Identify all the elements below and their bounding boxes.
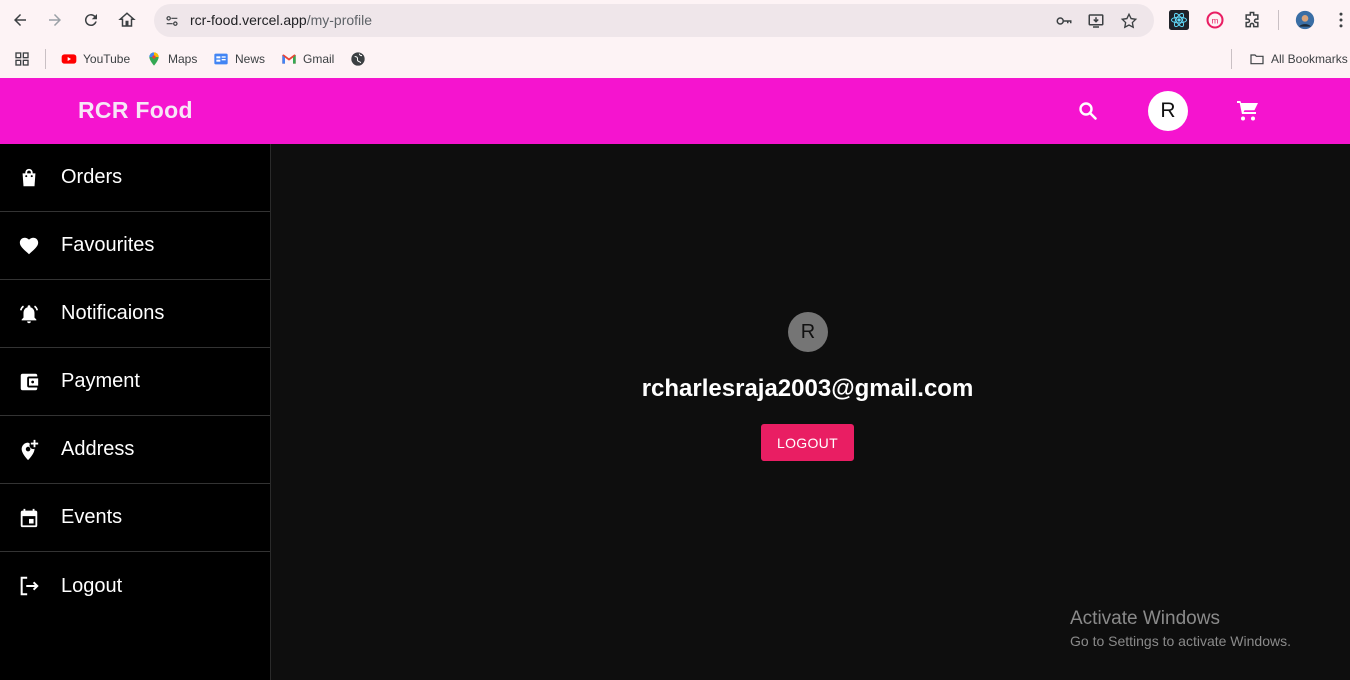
bookmark-news[interactable]: News: [213, 49, 265, 69]
shopping-bag-icon: [18, 167, 40, 189]
bookmark-star-icon[interactable]: [1119, 11, 1139, 31]
browser-toolbar: rcr-food.vercel.app/my-profile m: [0, 0, 1350, 40]
calendar-event-icon: [18, 507, 40, 529]
url-text[interactable]: rcr-food.vercel.app/my-profile: [190, 12, 372, 28]
globe-icon: [351, 52, 365, 66]
logout-button[interactable]: LOGOUT: [761, 424, 854, 461]
activate-windows-watermark: Activate Windows Go to Settings to activ…: [1070, 608, 1291, 649]
watermark-subtitle: Go to Settings to activate Windows.: [1070, 633, 1291, 649]
address-bar[interactable]: rcr-food.vercel.app/my-profile: [154, 4, 1154, 37]
svg-text:m: m: [1212, 15, 1219, 25]
notification-bell-icon: [18, 303, 40, 325]
bookmark-gmail[interactable]: Gmail: [281, 49, 334, 69]
brand-title[interactable]: RCR Food: [78, 97, 193, 124]
bookmark-maps[interactable]: Maps: [146, 49, 197, 69]
extension-circle-icon[interactable]: m: [1204, 9, 1226, 31]
bookmark-label: YouTube: [83, 52, 131, 66]
bookmark-youtube[interactable]: YouTube: [61, 49, 130, 69]
logout-icon: [18, 575, 40, 597]
sidebar-item-label: Orders: [61, 166, 123, 188]
gmail-icon: [282, 54, 296, 64]
bookmark-globe[interactable]: [350, 49, 372, 69]
reload-button[interactable]: [79, 8, 103, 32]
search-icon[interactable]: [1076, 99, 1100, 123]
bookmark-label: Maps: [168, 52, 198, 66]
install-app-icon[interactable]: [1086, 11, 1106, 31]
folder-icon: [1250, 54, 1264, 65]
maps-icon: [149, 52, 159, 66]
profile-avatar: R: [788, 312, 828, 352]
profile-main: R rcharlesraja2003@gmail.com LOGOUT: [271, 144, 1350, 680]
sidebar-item-label: Payment: [61, 370, 140, 392]
app-header: RCR Food R: [0, 78, 1350, 144]
heart-icon: [18, 235, 40, 257]
user-avatar[interactable]: R: [1148, 91, 1188, 131]
back-arrow-icon: [14, 14, 26, 26]
sidebar: Orders Favourites Notificaions Payment A…: [0, 144, 271, 680]
home-icon: [118, 12, 136, 27]
wallet-icon: [18, 371, 40, 393]
home-button[interactable]: [115, 8, 139, 32]
chrome-menu-icon[interactable]: [1330, 9, 1350, 31]
url-path: /my-profile: [306, 12, 373, 28]
all-bookmarks[interactable]: All Bookmarks: [1249, 49, 1348, 69]
sidebar-item-label: Favourites: [61, 234, 155, 256]
url-host: rcr-food.vercel.app: [190, 12, 307, 28]
news-icon: [214, 53, 228, 65]
profile-avatar-icon[interactable]: [1294, 9, 1316, 31]
youtube-icon: [61, 54, 77, 64]
shopping-cart-icon[interactable]: [1236, 99, 1260, 123]
reload-icon: [84, 14, 97, 27]
sidebar-item-events[interactable]: Events: [0, 484, 270, 552]
bookmarks-bar: YouTube Maps News Gmail All Bookmarks: [0, 40, 1350, 78]
back-button[interactable]: [8, 8, 32, 32]
bookmark-label: News: [235, 52, 266, 66]
sidebar-item-favourites[interactable]: Favourites: [0, 212, 270, 280]
extensions-puzzle-icon[interactable]: [1241, 9, 1263, 31]
sidebar-item-label: Address: [61, 438, 135, 460]
bookmarks-divider: [45, 49, 46, 69]
sidebar-item-label: Events: [61, 506, 123, 528]
sidebar-item-label: Logout: [61, 574, 123, 597]
sidebar-item-label: Notificaions: [61, 302, 165, 324]
profile-email: rcharlesraja2003@gmail.com: [641, 375, 974, 402]
sidebar-item-payment[interactable]: Payment: [0, 348, 270, 416]
add-location-icon: [18, 439, 40, 461]
sidebar-item-address[interactable]: Address: [0, 416, 270, 484]
sidebar-item-orders[interactable]: Orders: [0, 144, 270, 212]
toolbar-divider: [1278, 10, 1279, 30]
sidebar-item-logout[interactable]: Logout: [0, 552, 270, 620]
forward-button[interactable]: [43, 8, 67, 32]
react-devtools-extension-icon[interactable]: [1168, 9, 1190, 31]
apps-grid-icon[interactable]: [14, 49, 36, 69]
bookmarks-divider: [1231, 49, 1232, 69]
site-info-icon[interactable]: [162, 11, 182, 31]
password-key-icon[interactable]: [1054, 11, 1074, 31]
sidebar-item-notifications[interactable]: Notificaions: [0, 280, 270, 348]
watermark-title: Activate Windows: [1070, 608, 1220, 629]
bookmark-label: Gmail: [303, 52, 335, 66]
all-bookmarks-label: All Bookmarks: [1271, 52, 1348, 66]
forward-arrow-icon: [49, 14, 61, 26]
